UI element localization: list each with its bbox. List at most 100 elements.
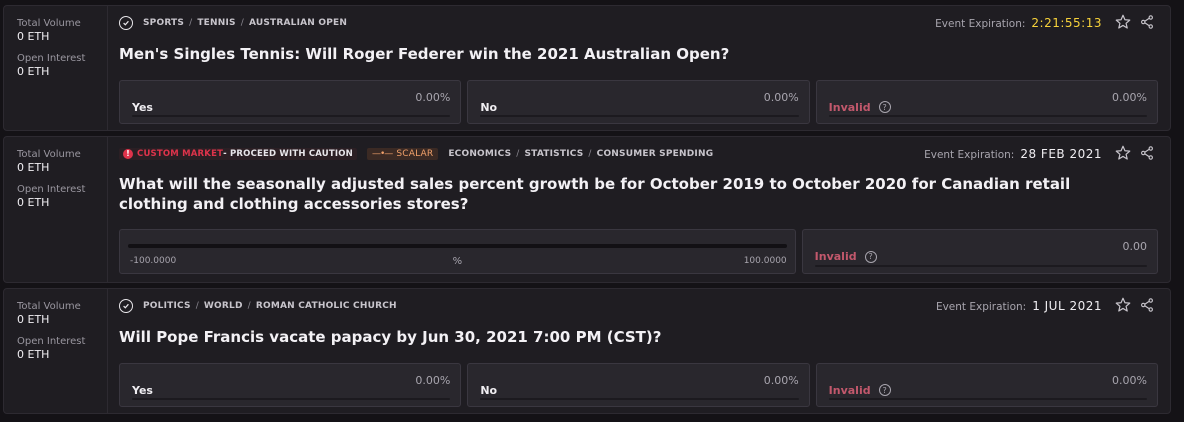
breadcrumb-separator: / [195,301,199,311]
outcome-percent: 0.00% [763,374,799,387]
outcome-percent: 0.00% [763,91,799,104]
outcome-invalid-label: Invalid [814,250,857,263]
total-volume-label: Total Volume [17,149,81,160]
market-content: ! CUSTOM MARKET - PROCEED WITH CAUTION —… [109,137,1170,282]
breadcrumb-separator: / [189,18,193,28]
outcome-bar [132,398,451,400]
outcome-percent: 0.00% [1112,91,1147,104]
outcome-percent: 0.00% [415,91,451,104]
breadcrumb-item[interactable]: STATISTICS [525,149,584,159]
market-stats: Total Volume 0 ETH Open Interest 0 ETH [4,137,108,282]
breadcrumb-item[interactable]: CONSUMER SPENDING [597,149,714,159]
outcome-name: Yes [132,100,153,114]
breadcrumb-item[interactable]: WORLD [204,301,243,311]
market-title[interactable]: What will the seasonally adjusted sales … [119,174,1130,214]
outcome-invalid-label: Invalid [828,383,871,397]
breadcrumb: ! CUSTOM MARKET - PROCEED WITH CAUTION —… [119,146,713,162]
market-title[interactable]: Will Pope Francis vacate papacy by Jun 3… [119,327,1130,347]
breadcrumb-item[interactable]: ROMAN CATHOLIC CHURCH [256,301,397,311]
custom-market-warning: ! CUSTOM MARKET - PROCEED WITH CAUTION [119,148,357,160]
warning-label: CUSTOM MARKET [137,149,224,159]
outcome-percent: 0.00% [415,374,451,387]
outcome-no[interactable]: No 0.00% [467,80,810,124]
breadcrumb-item[interactable]: TENNIS [197,18,235,28]
expiry-label: Event Expiration: [935,301,1027,313]
shield-check-icon [119,299,133,313]
scalar-min: -100.0000 [130,256,177,266]
scalar-max: 100.0000 [743,256,787,266]
total-volume-value: 0 ETH [17,313,50,326]
outcome-name: No [480,383,498,397]
scalar-track [128,244,787,248]
shield-check-icon [119,16,133,30]
open-interest-label: Open Interest [17,53,86,64]
expiry-date: 28 FEB 2021 [1020,147,1102,161]
warning-text: - PROCEED WITH CAUTION [223,149,353,159]
market-stats: Total Volume 0 ETH Open Interest 0 ETH [4,289,108,413]
expiry-countdown: 2:21:55:13 [1031,16,1102,30]
outcome-no[interactable]: No 0.00% [467,363,810,407]
breadcrumb-item[interactable]: ECONOMICS [448,149,511,159]
outcome-percent: 0.00% [1112,374,1147,387]
outcomes: Yes 0.00% No 0.00% Invalid ? 0.00% [119,363,1158,407]
star-icon[interactable] [1114,144,1132,162]
market-card[interactable]: Total Volume 0 ETH Open Interest 0 ETH S… [3,5,1171,131]
share-icon[interactable] [1138,296,1156,314]
share-icon[interactable] [1138,13,1156,31]
open-interest-label: Open Interest [17,336,86,347]
outcome-yes[interactable]: Yes 0.00% [119,80,462,124]
open-interest-value: 0 ETH [17,196,50,209]
exclamation-circle-icon: ! [123,149,133,159]
outcome-bar [828,398,1147,400]
outcomes: Yes 0.00% No 0.00% Invalid ? 0.00% [119,80,1158,124]
open-interest-value: 0 ETH [17,348,50,361]
market-stats: Total Volume 0 ETH Open Interest 0 ETH [4,6,108,130]
market-title[interactable]: Men's Singles Tennis: Will Roger Federer… [119,44,1130,64]
breadcrumb-separator: / [240,18,244,28]
event-expiration: Event Expiration: 2:21:55:13 [935,16,1102,30]
outcome-yes[interactable]: Yes 0.00% [119,363,462,407]
question-circle-icon[interactable]: ? [878,101,891,113]
question-circle-icon[interactable]: ? [864,250,877,263]
scalar-range[interactable]: -100.0000 % 100.0000 [119,229,796,274]
market-content: SPORTS / TENNIS / AUSTRALIAN OPEN Event … [109,6,1170,130]
outcome-invalid[interactable]: Invalid ? 0.00% [815,80,1158,124]
event-expiration: Event Expiration: 1 JUL 2021 [936,299,1102,313]
breadcrumb-separator: / [588,149,592,159]
breadcrumb-separator: / [516,149,520,159]
star-icon[interactable] [1114,13,1132,31]
expiry-label: Event Expiration: [924,149,1015,161]
question-circle-icon[interactable]: ? [878,384,891,396]
breadcrumb-separator: / [247,301,251,311]
outcome-name: Invalid ? [815,240,877,273]
breadcrumb-item[interactable]: POLITICS [143,301,191,311]
share-icon[interactable] [1138,144,1156,162]
outcome-bar [814,265,1147,267]
expiry-label: Event Expiration: [935,18,1026,30]
market-card[interactable]: Total Volume 0 ETH Open Interest 0 ETH !… [3,136,1171,283]
star-icon[interactable] [1114,296,1132,314]
outcome-bar [132,115,451,117]
outcome-bar [828,115,1147,117]
breadcrumb: POLITICS / WORLD / ROMAN CATHOLIC CHURCH [119,298,397,314]
total-volume-value: 0 ETH [17,161,50,174]
total-volume-value: 0 ETH [17,30,50,43]
scalar-icon: —•— [372,149,393,159]
outcome-bar [480,115,799,117]
outcome-bar [480,398,799,400]
outcome-name: Invalid ? [829,91,891,123]
scalar-label: SCALAR [396,149,434,159]
open-interest-value: 0 ETH [17,65,50,78]
outcome-invalid[interactable]: Invalid ? 0.00 [801,229,1158,274]
outcome-value: 0.00 [1122,240,1148,253]
breadcrumb-item[interactable]: AUSTRALIAN OPEN [249,18,347,28]
scalar-unit: % [452,256,463,267]
breadcrumb-item[interactable]: SPORTS [143,18,184,28]
outcome-invalid[interactable]: Invalid ? 0.00% [815,363,1158,407]
breadcrumb: SPORTS / TENNIS / AUSTRALIAN OPEN [119,15,347,31]
outcome-name: Yes [132,383,153,397]
outcome-invalid-label: Invalid [828,100,871,114]
scalar-badge: —•— SCALAR [367,148,439,160]
market-card[interactable]: Total Volume 0 ETH Open Interest 0 ETH P… [3,288,1171,414]
total-volume-label: Total Volume [17,301,81,312]
